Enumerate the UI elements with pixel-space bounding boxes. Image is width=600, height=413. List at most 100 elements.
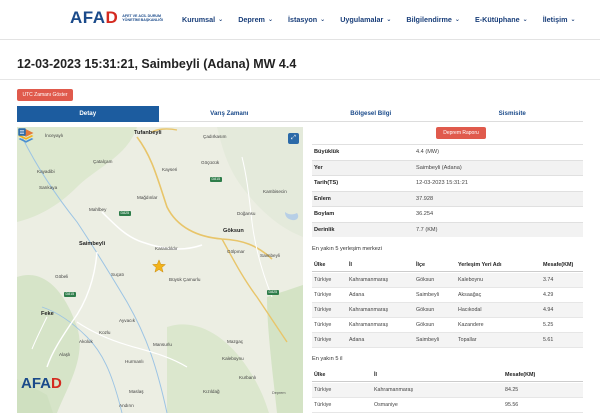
table-row: Türkiye Kahramanmaraş Göksun Hacıkodal 4…: [312, 303, 583, 318]
table-cell: Göksun: [416, 277, 435, 283]
table-cell: 5.61: [543, 337, 554, 343]
table-row: Türkiye Kahramanmaraş 84.25: [312, 383, 583, 398]
table-cell: 95.56: [505, 402, 519, 408]
road-badge: D815: [210, 177, 222, 182]
table-cell: Kahramanmaraş: [374, 387, 414, 393]
info-key: Boylam: [314, 211, 335, 217]
table-row: Türkiye Kahramanmaraş Göksun Kaleboynu 3…: [312, 273, 583, 288]
nav-kurumsal[interactable]: Kurumsal ⌄: [182, 15, 223, 24]
map-label: Maslaş: [129, 389, 144, 394]
utc-time-button[interactable]: UTC Zamanı Göster: [17, 89, 73, 101]
table-cell: Türkiye: [314, 292, 332, 298]
chevron-down-icon: ⌄: [570, 17, 576, 23]
nav-iletisim[interactable]: İletişim ⌄: [543, 15, 576, 24]
map-label: Akoluk: [79, 339, 93, 344]
table-cell: Türkiye: [314, 277, 332, 283]
afad-logo[interactable]: AFAD AFET VE ACİL DURUM YÖNETİMİ BAŞKANL…: [70, 9, 166, 27]
chevron-down-icon: ⌄: [522, 17, 528, 23]
table-cell: 3.74: [543, 277, 554, 283]
provinces-table-header: Ülke İl Mesafe(KM): [312, 369, 583, 382]
table-row: Türkiye Kahramanmaraş Göksun Kazandere 5…: [312, 318, 583, 333]
map-label: Kayseri: [162, 167, 178, 172]
table-cell: Türkiye: [314, 337, 332, 343]
main-nav: Kurumsal ⌄ Deprem ⌄ İstasyon ⌄ Uygulamalar ⌄…: [182, 15, 591, 24]
epicenter-map[interactable]: İnceyaylı Tufanbeyli Çadırkasım Çatalçam…: [17, 127, 303, 413]
nav-istasyon[interactable]: İstasyon ⌄: [288, 15, 325, 24]
map-label: Kambisecin: [263, 189, 287, 194]
nav-uygulamalar[interactable]: Uygulamalar ⌄: [340, 15, 391, 24]
info-value: Saimbeyli (Adana): [416, 164, 462, 171]
map-label: Hurmanlı: [125, 359, 144, 364]
chevron-down-icon: ⌄: [218, 17, 224, 23]
table-cell: Türkiye: [314, 322, 332, 328]
chevron-down-icon: ⌄: [267, 17, 273, 23]
info-value: 37.928: [416, 195, 434, 202]
table-cell: 84.25: [505, 387, 519, 393]
info-row: Büyüklük 4.4 (MW): [312, 144, 583, 160]
road-badge: D825: [119, 211, 131, 216]
table-row: Türkiye Adana Saimbeyli Aksaağaç 4.29: [312, 288, 583, 303]
table-cell: 5.25: [543, 322, 554, 328]
tab-sismisite[interactable]: Sismisite: [441, 106, 583, 122]
info-row: Tarih(TS) 12-03-2023 15:31:21: [312, 175, 583, 191]
table-cell: Osmaniye: [374, 402, 398, 408]
map-label: Mahlbey: [89, 207, 107, 212]
map-label: Göçücük: [201, 160, 220, 165]
info-key: Tarih(TS): [314, 180, 339, 186]
table-row: Türkiye Osmaniye 95.56: [312, 398, 583, 413]
table-cell: Göksun: [416, 307, 435, 313]
map-label: Sarıkaya: [39, 185, 58, 190]
map-label: Kurbanlı: [239, 375, 257, 380]
nav-deprem[interactable]: Deprem ⌄: [238, 15, 273, 24]
legend-book-icon[interactable]: [17, 127, 27, 137]
table-cell: Kazandere: [458, 322, 484, 328]
map-label: Göksun: [223, 228, 244, 234]
column-header: İlçe: [416, 262, 425, 268]
nav-e-kutuphane[interactable]: E-Kütüphane ⌄: [475, 15, 528, 24]
table-cell: Hacıkodal: [458, 307, 482, 313]
site-header: AFAD AFET VE ACİL DURUM YÖNETİMİ BAŞKANL…: [0, 0, 600, 40]
nav-bilgilendirme[interactable]: Bilgilendirme ⌄: [406, 15, 460, 24]
info-key: Derinlik: [314, 226, 335, 233]
table-cell: Kahramanmaraş: [349, 277, 389, 283]
map-label: Çatalçam: [93, 159, 113, 164]
logo-wordmark: AFAD: [70, 8, 119, 27]
tab-bolgesel-bilgi[interactable]: Bölgesel Bilgi: [300, 106, 442, 122]
logo-subtitle: AFET VE ACİL DURUM YÖNETİMİ BAŞKANLIĞI: [122, 13, 164, 22]
detail-tabs: Detay Varış Zamanı Bölgesel Bilgi Sismis…: [17, 106, 583, 122]
table-cell: Türkiye: [314, 307, 332, 313]
table-cell: Türkiye: [314, 402, 332, 408]
map-label: Feke: [41, 311, 54, 317]
map-label: Gölpınar: [227, 249, 245, 254]
column-header: Mesafe(KM): [505, 372, 536, 378]
earthquake-report-button[interactable]: Deprem Raporu: [436, 127, 486, 139]
map-label: Suçatı: [111, 272, 125, 277]
table-cell: Kaleboynu: [458, 277, 484, 283]
column-header: Yerleşim Yeri Adı: [458, 262, 502, 268]
title-divider: [0, 79, 600, 80]
map-label: Büyük Çamurlu: [169, 277, 201, 282]
info-value: 12-03-2023 15:31:21: [416, 180, 468, 186]
map-label: Mazgaç: [227, 339, 244, 344]
map-label: Göbeli: [55, 274, 69, 279]
info-row: Derinlik 7.7 (KM): [312, 221, 583, 237]
info-row: Boylam 36.254: [312, 206, 583, 222]
table-cell: Adana: [349, 292, 365, 298]
settlements-heading: En yakın 5 yerleşim merkezi: [312, 246, 382, 252]
table-cell: Topallar: [458, 337, 477, 343]
provinces-heading: En yakın 5 il: [312, 356, 343, 362]
page-title: 12-03-2023 15:31:21, Saimbeyli (Adana) M…: [17, 57, 297, 71]
table-row: Türkiye Adana Saimbeyli Topallar 5.61: [312, 333, 583, 348]
info-table: Büyüklük 4.4 (MW) Yer Saimbeyli (Adana) …: [312, 144, 583, 237]
expand-map-button[interactable]: ⤢: [288, 133, 299, 144]
tab-varis-zamani[interactable]: Varış Zamanı: [158, 106, 300, 122]
chevron-down-icon: ⌄: [386, 17, 392, 23]
column-header: Ülke: [314, 372, 326, 378]
table-cell: Kahramanmaraş: [349, 322, 389, 328]
epicenter-star-icon[interactable]: [152, 259, 166, 273]
table-cell: 4.94: [543, 307, 554, 313]
map-label: Karandıldır: [155, 246, 178, 251]
table-cell: Saimbeyli: [416, 292, 439, 298]
tab-detay[interactable]: Detay: [17, 106, 159, 122]
table-cell: Adana: [349, 337, 365, 343]
